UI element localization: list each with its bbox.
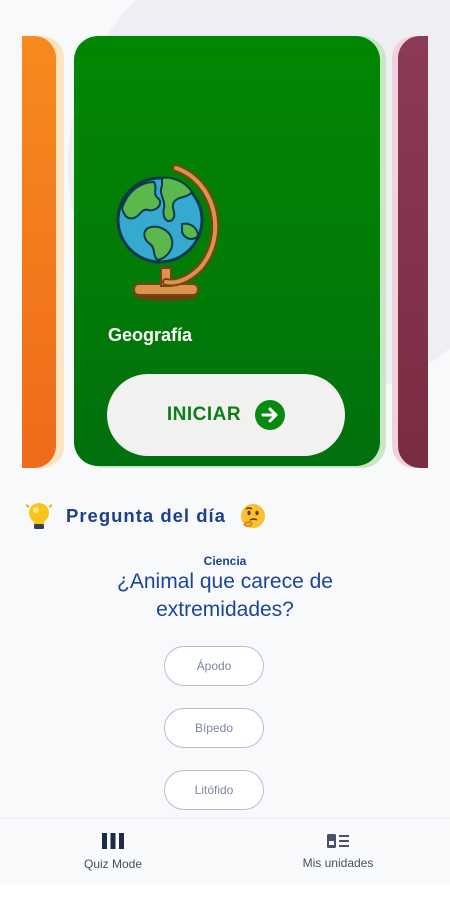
right-category-card[interactable]	[398, 36, 428, 468]
nav-label-mis-unidades: Mis unidades	[302, 856, 374, 870]
bottom-navigation: Quiz Mode Mis unidades	[0, 818, 450, 884]
globe-icon	[116, 164, 220, 301]
question-category: Ciencia	[203, 554, 247, 568]
app-screen: Geografía INICIAR Pregunta del día Cienc…	[0, 0, 450, 900]
nav-label-quiz-mode: Quiz Mode	[83, 857, 143, 871]
units-list-icon	[327, 834, 349, 848]
columns-icon	[102, 833, 124, 849]
question-of-day-header: Pregunta del día	[26, 500, 266, 532]
answer-option[interactable]: Litófido	[164, 770, 264, 810]
arrow-right-icon	[255, 400, 286, 430]
thinking-face-icon	[240, 504, 265, 528]
start-button-label: INICIAR	[166, 404, 242, 425]
card-title: Geografía	[108, 325, 193, 345]
start-button[interactable]: INICIAR	[107, 374, 345, 456]
system-bottom-bar	[0, 884, 450, 900]
question-text: ¿Animal que carece de extremidades?	[117, 570, 333, 621]
lightbulb-icon	[26, 501, 52, 529]
answer-option[interactable]: Bípedo	[164, 708, 264, 748]
left-category-card[interactable]	[22, 36, 56, 468]
answer-option[interactable]: Ápodo	[164, 646, 264, 686]
category-card-geografia[interactable]: Geografía INICIAR	[74, 36, 380, 466]
nav-item-mis-unidades[interactable]: Mis unidades	[263, 819, 413, 885]
nav-item-quiz-mode[interactable]: Quiz Mode	[38, 819, 188, 885]
question-of-day-title: Pregunta del día	[66, 505, 226, 526]
